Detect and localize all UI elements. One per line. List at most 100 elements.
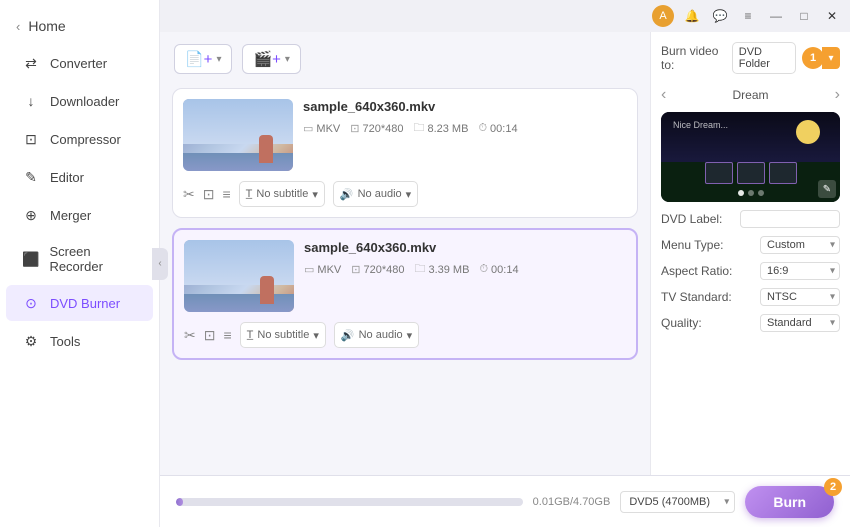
tv-standard-select[interactable]: NTSC PAL: [760, 288, 840, 306]
sidebar-item-editor[interactable]: ✎ Editor: [6, 159, 153, 195]
burn-to-row: Burn video to: DVD Folder 1 ▾: [661, 42, 840, 78]
dvd-label-input[interactable]: [740, 210, 840, 228]
titlebar: A 🔔 💬 ≡ — □ ✕: [160, 0, 850, 32]
add-video-button[interactable]: 📄+ ▾: [174, 44, 232, 74]
progress-fill: [176, 498, 183, 506]
preview-frame-1: [705, 162, 733, 184]
cut-button-2[interactable]: ✂: [184, 327, 196, 344]
crop-button-1[interactable]: ⊡: [203, 186, 215, 203]
tools-icon: ⚙: [22, 332, 40, 350]
maximize-button[interactable]: □: [794, 6, 814, 26]
cut-button-1[interactable]: ✂: [183, 186, 195, 203]
aspect-ratio-row: Aspect Ratio: 16:9 4:3: [661, 262, 840, 280]
effects-button-1[interactable]: ≡: [222, 186, 230, 202]
video-info-2: sample_640x360.mkv ▭ MKV ⊡ 720*480: [304, 240, 626, 279]
preview-dot-3: [758, 190, 764, 196]
sidebar-item-converter[interactable]: ⇄ Converter: [6, 45, 153, 81]
resolution-2: ⊡ 720*480: [351, 263, 404, 276]
progress-text: 0.01GB/4.70GB: [533, 496, 611, 508]
disc-select[interactable]: DVD5 (4700MB) DVD9 (8500MB): [620, 491, 735, 513]
format-1: ▭ MKV: [303, 122, 340, 135]
size-1: 🗀 8.23 MB: [413, 119, 468, 138]
sidebar-item-downloader[interactable]: ↓ Downloader: [6, 83, 153, 119]
preview-moon: [796, 120, 820, 144]
burn-to-label: Burn video to:: [661, 44, 726, 72]
avatar[interactable]: A: [652, 5, 674, 27]
video-controls-2: ✂ ⊡ ≡ T̲ No subtitle ▾ 🔊 No audio ▾: [184, 320, 626, 348]
video-card-1: sample_640x360.mkv ▭ MKV ⊡ 720*480: [172, 88, 638, 218]
aspect-ratio-label: Aspect Ratio:: [661, 264, 732, 278]
video-meta-2: ▭ MKV ⊡ 720*480 🗀 3.39 MB: [304, 260, 626, 279]
preview-frame-3: [769, 162, 797, 184]
menu-type-label: Menu Type:: [661, 238, 723, 252]
add-media-icon: 🎬+: [253, 50, 280, 68]
burn-to-select[interactable]: DVD Folder: [732, 42, 796, 74]
quality-row: Quality: Standard High Low: [661, 314, 840, 332]
video-controls-1: ✂ ⊡ ≡ T̲ No subtitle ▾ 🔊 No audio ▾: [183, 179, 627, 207]
minimize-button[interactable]: —: [766, 6, 786, 26]
sidebar-collapse-button[interactable]: ‹: [152, 248, 168, 280]
sidebar-item-dvd-burner[interactable]: ⊙ DVD Burner: [6, 285, 153, 321]
notification-icon[interactable]: 🔔: [682, 6, 702, 26]
dvd-label-row: DVD Label:: [661, 210, 840, 228]
audio-icon-2: 🔊: [341, 329, 355, 342]
theme-next-button[interactable]: ›: [835, 86, 840, 104]
size-2: 🗀 3.39 MB: [414, 260, 469, 279]
sidebar-home[interactable]: ‹ Home: [0, 8, 159, 44]
duration-2: ⏱ 00:14: [479, 263, 518, 276]
video-name-2: sample_640x360.mkv: [304, 240, 626, 255]
main-area: A 🔔 💬 ≡ — □ ✕ 📄+ ▾ 🎬+ ▾: [160, 0, 850, 527]
theme-nav: ‹ Dream ›: [661, 86, 840, 104]
sidebar-item-merger[interactable]: ⊕ Merger: [6, 197, 153, 233]
audio-select-2[interactable]: 🔊 No audio ▾: [334, 322, 419, 348]
left-panel: 📄+ ▾ 🎬+ ▾ sample_640x360.m: [160, 32, 650, 475]
video-name-1: sample_640x360.mkv: [303, 99, 627, 114]
converter-icon: ⇄: [22, 54, 40, 72]
duration-icon-2: ⏱: [479, 263, 488, 276]
menu-icon[interactable]: ≡: [738, 6, 758, 26]
merger-icon: ⊕: [22, 206, 40, 224]
screen-recorder-icon: ⬛: [22, 250, 39, 268]
theme-prev-button[interactable]: ‹: [661, 86, 666, 104]
subtitle-select-1[interactable]: T̲ No subtitle ▾: [239, 181, 325, 207]
format-2: ▭ MKV: [304, 263, 341, 276]
subtitle-select-2[interactable]: T̲ No subtitle ▾: [240, 322, 326, 348]
aspect-ratio-select[interactable]: 16:9 4:3: [760, 262, 840, 280]
sidebar-item-tools[interactable]: ⚙ Tools: [6, 323, 153, 359]
right-panel: Burn video to: DVD Folder 1 ▾ ‹ Dream ›: [650, 32, 850, 475]
sidebar-item-label: Tools: [50, 334, 80, 349]
preview-frame-2: [737, 162, 765, 184]
video-meta-1: ▭ MKV ⊡ 720*480 🗀 8.23 MB: [303, 119, 627, 138]
progress-bar: [176, 498, 523, 506]
video-card-2: sample_640x360.mkv ▭ MKV ⊡ 720*480: [172, 228, 638, 360]
sidebar-item-screen-recorder[interactable]: ⬛ Screen Recorder: [6, 235, 153, 283]
close-button[interactable]: ✕: [822, 6, 842, 26]
preview-edit-button[interactable]: ✎: [818, 180, 836, 198]
dvd-burner-icon: ⊙: [22, 294, 40, 312]
dvd-label-label: DVD Label:: [661, 212, 722, 226]
resolution-1: ⊡ 720*480: [350, 122, 403, 135]
burn-button[interactable]: Burn: [745, 486, 834, 518]
chat-icon[interactable]: 💬: [710, 6, 730, 26]
preview-dot-2: [748, 190, 754, 196]
quality-select[interactable]: Standard High Low: [760, 314, 840, 332]
burn-to-value: DVD Folder: [739, 46, 789, 70]
compressor-icon: ⊡: [22, 130, 40, 148]
burn-number-badge: 2: [824, 478, 842, 496]
burn-btn-wrapper: 2 Burn: [745, 486, 834, 518]
crop-button-2[interactable]: ⊡: [204, 327, 216, 344]
video-info-1: sample_640x360.mkv ▭ MKV ⊡ 720*480: [303, 99, 627, 138]
size-icon-2: 🗀: [414, 260, 425, 279]
sidebar-item-compressor[interactable]: ⊡ Compressor: [6, 121, 153, 157]
quality-label: Quality:: [661, 316, 702, 330]
menu-type-row: Menu Type: Custom Standard None: [661, 236, 840, 254]
audio-select-1[interactable]: 🔊 No audio ▾: [333, 181, 418, 207]
downloader-icon: ↓: [22, 92, 40, 110]
effects-button-2[interactable]: ≡: [223, 327, 231, 343]
subtitle-chevron-2: ▾: [313, 329, 319, 342]
menu-type-select[interactable]: Custom Standard None: [760, 236, 840, 254]
burn-to-number: 1: [802, 47, 824, 69]
add-media-button[interactable]: 🎬+ ▾: [242, 44, 300, 74]
burn-to-chevron[interactable]: ▾: [822, 47, 840, 69]
theme-name: Dream: [732, 88, 768, 102]
